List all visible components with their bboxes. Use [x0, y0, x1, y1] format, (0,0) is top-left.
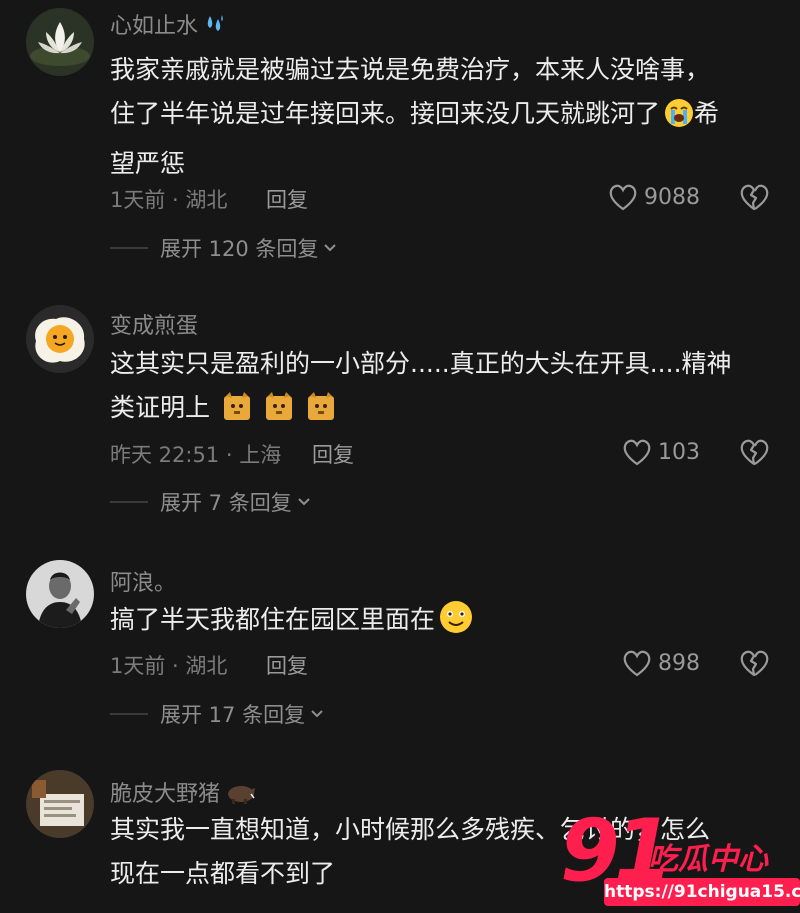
heart-icon: [609, 184, 637, 211]
divider: [110, 501, 148, 503]
heart-icon: [623, 439, 651, 466]
dislike-button[interactable]: [738, 438, 770, 470]
expand-replies-label: 展开 7 条回复: [160, 491, 292, 515]
comment-meta: 1天前 · 湖北: [110, 654, 228, 678]
expand-replies-label: 展开 17 条回复: [160, 703, 306, 727]
watermark-logo: 91 吃瓜中心 https://91chigua15.com: [560, 808, 800, 913]
certificate-avatar-icon: [26, 770, 94, 838]
chevron-down-icon: [324, 244, 337, 252]
reply-button[interactable]: 回复: [266, 650, 308, 680]
username[interactable]: 心如止水: [110, 8, 226, 41]
loudly-crying-face-icon: [664, 98, 694, 142]
dislike-button[interactable]: [738, 649, 770, 681]
username[interactable]: 阿浪。: [110, 565, 176, 597]
comment-meta: 1天前 · 湖北: [110, 188, 228, 212]
watermark-url: https://91chigua15.com: [604, 878, 800, 906]
expand-replies-button[interactable]: 展开 120 条回复: [110, 233, 338, 263]
heart-icon: [623, 650, 651, 677]
doge-sticker-icon: [222, 392, 252, 436]
like-button[interactable]: 898: [622, 649, 700, 677]
comment-text: 搞了半天我都住在园区里面在: [110, 598, 780, 648]
username[interactable]: 脆皮大野猪: [110, 776, 256, 810]
boar-icon: [226, 780, 256, 810]
avatar[interactable]: [26, 560, 94, 628]
chevron-down-icon: [298, 498, 310, 506]
avatar[interactable]: [26, 305, 94, 373]
broken-heart-icon: [740, 439, 769, 466]
like-count: 9088: [644, 184, 700, 210]
expand-replies-label: 展开 120 条回复: [160, 237, 319, 261]
comment-text: 这其实只是盈利的一小部分.....真正的大头在开具....精神 类证明上: [110, 342, 780, 436]
avatar[interactable]: [26, 770, 94, 838]
expand-replies-button[interactable]: 展开 17 条回复: [110, 699, 325, 729]
reply-button[interactable]: 回复: [266, 184, 308, 214]
avatar[interactable]: [26, 8, 94, 76]
like-count: 103: [658, 439, 700, 465]
watermark-brand: 吃瓜中心: [648, 842, 768, 877]
like-button[interactable]: 103: [622, 438, 700, 466]
comment-meta: 昨天 22:51 · 上海: [110, 443, 282, 467]
like-count: 898: [658, 650, 700, 676]
doge-sticker-icon: [264, 392, 294, 436]
dislike-button[interactable]: [738, 183, 770, 215]
comment-text: 我家亲戚就是被骗过去说是免费治疗，本来人没啥事， 住了半年说是过年接回来。接回来…: [110, 55, 720, 178]
doge-sticker-icon: [306, 392, 336, 436]
broken-heart-icon: [740, 650, 769, 677]
person-avatar-icon: [26, 560, 94, 628]
broken-heart-icon: [740, 184, 769, 211]
lotus-avatar-icon: [26, 8, 94, 76]
username[interactable]: 变成煎蛋: [110, 308, 198, 340]
reply-button[interactable]: 回复: [312, 439, 354, 469]
sweat-droplets-icon: [204, 13, 226, 41]
like-button[interactable]: 9088: [608, 183, 700, 211]
smiling-face-icon: [439, 600, 473, 648]
divider: [110, 247, 148, 249]
divider: [110, 713, 148, 715]
chevron-down-icon: [311, 710, 323, 718]
fried-egg-avatar-icon: [26, 305, 94, 373]
expand-replies-button[interactable]: 展开 7 条回复: [110, 487, 312, 517]
